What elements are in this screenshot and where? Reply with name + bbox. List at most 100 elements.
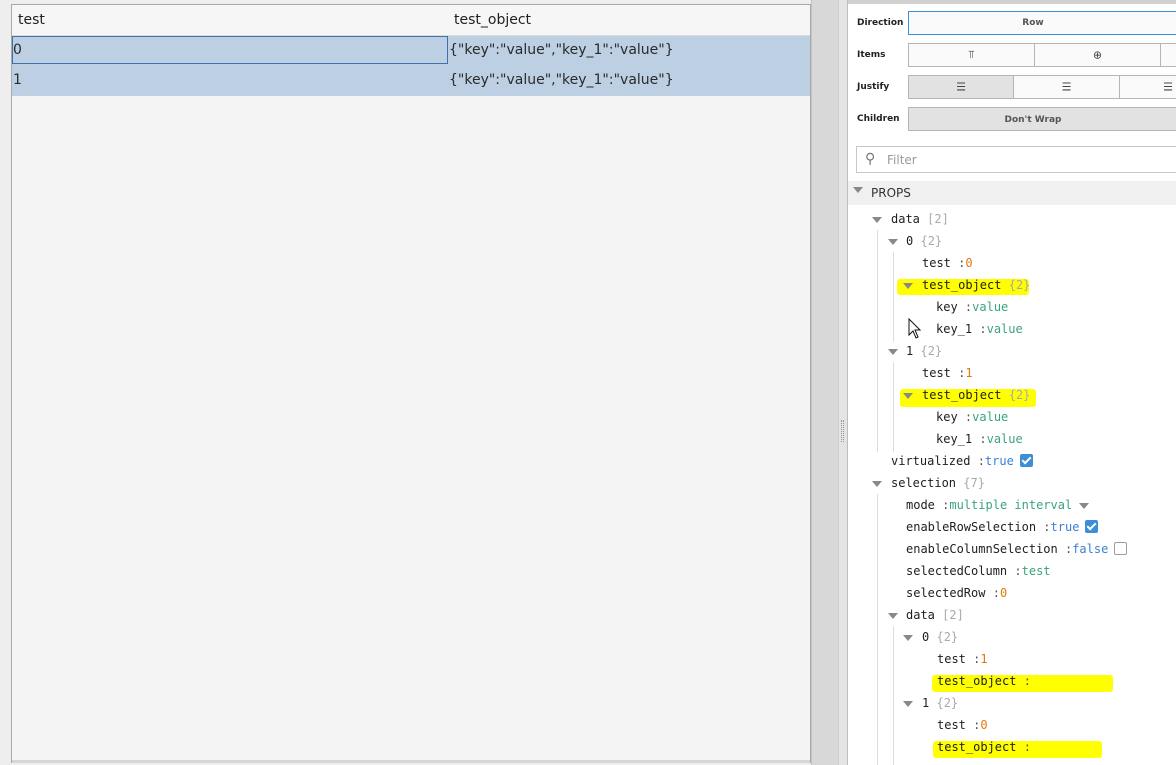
expand-caret-icon[interactable]	[872, 481, 882, 487]
prop-row-mode[interactable]: mode :multiple interval	[906, 498, 1090, 518]
prop-row-key[interactable]: key :value	[936, 300, 1008, 320]
panel-splitter[interactable]	[838, 0, 848, 765]
prop-row-item-1[interactable]: 1 {2}	[906, 344, 942, 364]
prop-row-test[interactable]: test :1	[922, 366, 973, 386]
expand-caret-icon[interactable]	[888, 613, 898, 619]
expand-caret-icon[interactable]	[888, 239, 898, 245]
column-header-test[interactable]: test	[18, 12, 45, 28]
cell-focus-outline	[12, 36, 448, 64]
splitter-grip-icon[interactable]	[841, 420, 844, 442]
prop-row-data[interactable]: data [2]	[891, 212, 949, 232]
table-row[interactable]: 1 {"key":"value","key_1":"value"}	[12, 66, 810, 96]
align-items-end-button[interactable]	[1160, 43, 1176, 67]
collapse-caret-icon[interactable]	[853, 187, 863, 193]
prop-value[interactable]: multiple interval	[949, 498, 1072, 512]
tree-guide-line	[893, 252, 894, 342]
prop-value[interactable]: value	[972, 410, 1008, 424]
prop-separator: :	[1014, 564, 1022, 578]
prop-row-key-1[interactable]: key_1 :value	[936, 322, 1023, 342]
prop-row-key-1[interactable]: key_1 :value	[936, 432, 1023, 452]
canvas-vertical-scrollbar[interactable]	[811, 0, 838, 765]
justify-center-button[interactable]: ☰	[1013, 75, 1120, 99]
filter-input[interactable]: ⚲ Filter	[856, 146, 1176, 173]
prop-value[interactable]: 0	[965, 256, 972, 270]
wrap-select[interactable]: Don't Wrap	[908, 107, 1176, 131]
prop-key: 0	[922, 630, 930, 644]
direction-select[interactable]: Row	[908, 11, 1176, 35]
justify-label: Justify	[857, 82, 890, 92]
table-component[interactable]	[11, 4, 811, 763]
prop-row-test[interactable]: test :0	[922, 256, 973, 276]
prop-row-test[interactable]: test :1	[937, 652, 988, 672]
table-horizontal-scrollbar[interactable]	[12, 760, 810, 763]
prop-key: selectedRow	[906, 586, 986, 600]
expand-caret-icon[interactable]	[888, 349, 898, 355]
prop-row-test-object[interactable]: test_object :	[937, 740, 1031, 760]
prop-key: test_object	[937, 740, 1017, 754]
expand-caret-icon[interactable]	[903, 635, 913, 641]
props-section-title: PROPS	[871, 186, 911, 200]
prop-row-key[interactable]: key :value	[936, 410, 1008, 430]
expand-caret-icon[interactable]	[903, 701, 913, 707]
enable-row-selection-checkbox[interactable]	[1085, 520, 1099, 533]
column-header-test-object[interactable]: test_object	[454, 12, 531, 28]
prop-value[interactable]: true	[985, 454, 1014, 468]
prop-key: test	[922, 366, 951, 380]
justify-end-icon: ☰	[1163, 80, 1173, 94]
tree-guide-line	[877, 494, 878, 765]
prop-key: test	[937, 718, 966, 732]
prop-row-selection[interactable]: selection {7}	[891, 476, 985, 496]
virtualized-checkbox[interactable]	[1019, 454, 1033, 467]
prop-count: {2}	[1008, 388, 1031, 402]
align-items-center-button[interactable]: ⊕	[1034, 43, 1161, 67]
prop-value[interactable]: 1	[980, 652, 987, 666]
prop-value[interactable]: 1	[965, 366, 972, 380]
table-cell-test-object[interactable]: {"key":"value","key_1":"value"}	[449, 42, 674, 58]
justify-start-button[interactable]: ☰	[908, 75, 1014, 99]
enable-column-selection-checkbox[interactable]	[1114, 542, 1128, 555]
mode-dropdown-icon[interactable]	[1079, 502, 1090, 509]
prop-key: virtualized	[891, 454, 971, 468]
align-start-icon: ⫪	[968, 48, 975, 61]
mouse-cursor-icon	[908, 318, 922, 339]
prop-row-virtualized[interactable]: virtualized :true	[891, 454, 1033, 474]
prop-row-test-object[interactable]: test_object {2}	[922, 388, 1030, 408]
prop-row-selection-data-1[interactable]: 1 {2}	[922, 696, 958, 716]
prop-count: {2}	[936, 696, 959, 710]
table-cell-test-object[interactable]: {"key":"value","key_1":"value"}	[449, 72, 674, 88]
prop-key: test	[922, 256, 951, 270]
prop-row-enable-column-selection[interactable]: enableColumnSelection :false	[906, 542, 1128, 562]
table-cell-test[interactable]: 1	[13, 72, 22, 88]
prop-row-selection-data[interactable]: data [2]	[906, 608, 964, 628]
prop-row-item-0[interactable]: 0 {2}	[906, 234, 942, 254]
prop-value[interactable]: value	[987, 432, 1023, 446]
expand-caret-icon[interactable]	[872, 217, 882, 223]
prop-value[interactable]: value	[972, 300, 1008, 314]
prop-value[interactable]: value	[987, 322, 1023, 336]
prop-count: [2]	[942, 608, 964, 622]
prop-value[interactable]: 0	[1000, 586, 1007, 600]
prop-row-selected-column[interactable]: selectedColumn :test	[906, 564, 1051, 584]
prop-key: test_object	[922, 278, 1002, 292]
prop-value[interactable]: 0	[980, 718, 987, 732]
prop-key: key	[936, 410, 958, 424]
align-items-start-button[interactable]: ⫪	[908, 43, 1035, 67]
direction-value: Row	[1022, 18, 1044, 28]
prop-row-selection-data-0[interactable]: 0 {2}	[922, 630, 958, 650]
prop-value[interactable]: test	[1022, 564, 1051, 578]
props-section-header[interactable]: PROPS	[848, 181, 1176, 205]
prop-value[interactable]: false	[1072, 542, 1108, 556]
prop-key: test_object	[937, 674, 1017, 688]
prop-value[interactable]: true	[1051, 520, 1080, 534]
prop-key: selectedColumn	[906, 564, 1008, 578]
prop-row-selected-row[interactable]: selectedRow :0	[906, 586, 1007, 606]
prop-row-test-object[interactable]: test_object {2}	[922, 278, 1030, 298]
prop-separator: :	[979, 432, 987, 446]
prop-row-enable-row-selection[interactable]: enableRowSelection :true	[906, 520, 1099, 540]
prop-count: {7}	[963, 476, 985, 490]
justify-end-button[interactable]: ☰	[1119, 75, 1176, 99]
expand-caret-icon[interactable]	[903, 393, 913, 399]
prop-row-test[interactable]: test :0	[937, 718, 988, 738]
expand-caret-icon[interactable]	[903, 283, 913, 289]
prop-row-test-object[interactable]: test_object :	[937, 674, 1031, 694]
